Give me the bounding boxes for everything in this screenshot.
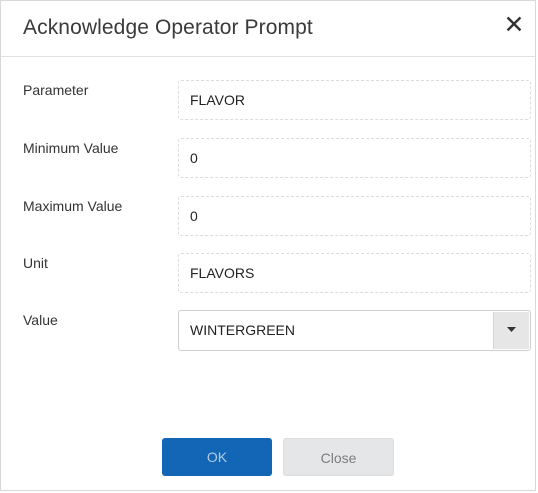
parameter-field: FLAVOR bbox=[178, 80, 531, 120]
maximum-value-label: Maximum Value bbox=[23, 198, 123, 214]
chevron-down-icon bbox=[507, 327, 516, 332]
dropdown-toggle-button[interactable] bbox=[493, 312, 529, 349]
close-icon[interactable]: ✕ bbox=[501, 11, 527, 39]
value-select[interactable]: WINTERGREEN bbox=[178, 310, 531, 351]
value-row: Value WINTERGREEN bbox=[1, 310, 535, 354]
dialog-title: Acknowledge Operator Prompt bbox=[23, 16, 313, 39]
parameter-label: Parameter bbox=[23, 82, 89, 98]
acknowledge-operator-prompt-dialog: Acknowledge Operator Prompt ✕ Parameter … bbox=[0, 0, 536, 491]
unit-row: Unit FLAVORS bbox=[1, 253, 535, 297]
parameter-row: Parameter FLAVOR bbox=[1, 80, 535, 124]
maximum-value-field: 0 bbox=[178, 196, 531, 236]
dialog-header: Acknowledge Operator Prompt ✕ bbox=[1, 1, 535, 57]
minimum-value-row: Minimum Value 0 bbox=[1, 138, 535, 182]
close-button[interactable]: Close bbox=[283, 438, 394, 476]
minimum-value-field: 0 bbox=[178, 138, 531, 178]
unit-label: Unit bbox=[23, 255, 48, 271]
value-label: Value bbox=[23, 312, 58, 328]
unit-field: FLAVORS bbox=[178, 253, 531, 293]
value-select-text: WINTERGREEN bbox=[190, 322, 295, 338]
ok-button[interactable]: OK bbox=[162, 438, 272, 476]
maximum-value-row: Maximum Value 0 bbox=[1, 196, 535, 240]
minimum-value-label: Minimum Value bbox=[23, 140, 119, 156]
